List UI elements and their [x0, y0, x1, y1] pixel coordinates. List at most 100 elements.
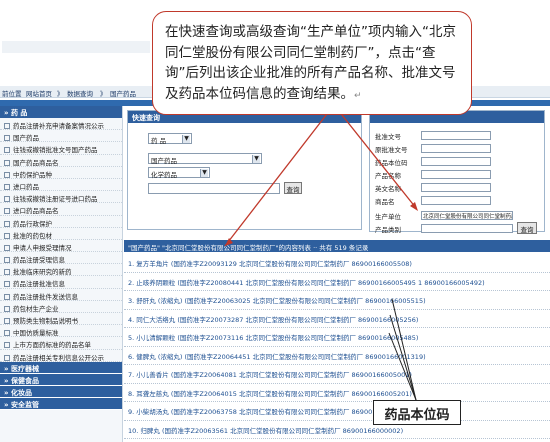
sidebar-item-label: 进口药品 [13, 182, 39, 191]
advanced-field-input[interactable] [421, 196, 491, 205]
expand-icon [4, 171, 10, 178]
sidebar-item[interactable]: 预防类生物制品说明书 [0, 313, 122, 326]
breadcrumb-sep: 》 [57, 90, 64, 98]
advanced-field-input[interactable] [421, 183, 491, 192]
expand-icon [4, 354, 10, 361]
sidebar-item-label: 上市方面药标准的药品名单 [13, 341, 91, 350]
result-row[interactable]: 4. 同仁大活络丸 (国药准字Z20073287 北京同仁堂股份有限公司同仁堂制… [124, 310, 550, 328]
sidebar-item[interactable]: 药品注册相关专利信息公开公示 [0, 350, 122, 362]
advanced-field-label: 生产单位 [375, 213, 401, 221]
result-list: 1. 复方羊角片 (国药准字Z20093129 北京同仁堂股份有限公司同仁堂制药… [124, 254, 550, 442]
sidebar-item[interactable]: 中药保护品种 [0, 167, 122, 179]
subtype-select[interactable]: 化学药品 ▼ [148, 167, 210, 179]
advanced-field-input[interactable] [421, 144, 491, 153]
expand-icon [4, 318, 10, 324]
sidebar-item-label: 药品注册批准信息 [13, 280, 65, 289]
result-row[interactable]: 5. 小儿清解颗粒 (国药准字Z20073116 北京同仁堂股份有限公司同仁堂制… [124, 328, 550, 347]
advanced-field-input[interactable] [421, 157, 491, 166]
sidebar-item[interactable]: 药品注册批准信息 [0, 276, 122, 289]
producer-search-input[interactable] [148, 183, 280, 194]
breadcrumb-current: 国产药品 [110, 90, 136, 98]
sidebar-category[interactable]: » 保健食品 [0, 373, 122, 386]
result-row[interactable]: 8. 耳聋左慈丸 (国药准字Z20064015 北京同仁堂股份有限公司同仁堂制药… [124, 384, 550, 402]
expand-icon [4, 147, 10, 154]
sidebar-item[interactable]: 药包材生产企业 [0, 301, 122, 313]
sidebar-item-label: 批准的药包材 [13, 231, 52, 240]
advanced-field-input[interactable] [421, 131, 491, 140]
sidebar-item-label: 药品注册补充申请备案情况公示 [13, 122, 104, 130]
result-row[interactable]: 10. 归脾丸 (国药准字Z20063561 北京同仁堂股份有限公司同仁堂制药厂… [124, 421, 550, 439]
expand-icon [4, 208, 10, 215]
sidebar-item-label: 中国仿质量标准 [13, 329, 59, 338]
type-select[interactable]: 国产药品 ▼ [148, 153, 262, 165]
sidebar-category[interactable]: » 医疗器械 [0, 361, 122, 374]
expand-icon [4, 342, 10, 349]
expand-icon [4, 220, 10, 227]
return-icon: ↵ [354, 90, 362, 101]
sidebar-item[interactable]: 药品注册受理信息 [0, 252, 122, 265]
result-row[interactable]: 1. 复方羊角片 (国药准字Z20093129 北京同仁堂股份有限公司同仁堂制药… [124, 254, 550, 273]
breadcrumb-home[interactable]: 网站首页 [26, 88, 52, 98]
result-row[interactable]: 3. 舒肝丸 (浓缩丸) (国药准字Z20063025 北京同仁堂股份有限公司同… [124, 291, 550, 310]
advanced-field-label: 产品类别 [375, 226, 401, 234]
breadcrumb-query[interactable]: 数据查询 [67, 88, 93, 98]
result-count-bar: "国产药品" "北京同仁堂股份有限公司同仁堂制药厂"的内容列表 ·· 共有 51… [124, 240, 550, 252]
code-label-box: 药品本位码 [373, 400, 461, 425]
result-row[interactable]: 7. 小儿善香片 (国药准字Z20064081 北京同仁堂股份有限公司同仁堂制药… [124, 365, 550, 384]
advanced-field-label: 英文名称 [375, 185, 401, 193]
sidebar-item[interactable]: 进口药品商品名 [0, 203, 122, 216]
sidebar-item[interactable]: 往钱或撤销批准文号国产药品 [0, 142, 122, 155]
sidebar-item[interactable]: 药品注册批件发送信息 [0, 289, 122, 301]
producer-field-value[interactable]: 北京同仁堂股份有限公司同仁堂制药厂 [421, 211, 513, 220]
result-row[interactable]: 2. 止咳养阴颗粒 (国药准字Z20080441 北京同仁堂股份有限公司同仁堂制… [124, 273, 550, 291]
advanced-field-label: 产品名称 [375, 172, 401, 180]
advanced-search-button[interactable]: 查询 [517, 222, 537, 234]
sidebar-item[interactable]: 药品行政保护 [0, 216, 122, 228]
category-select-value: 药 品 [151, 137, 167, 145]
advanced-field-label: 商品名 [375, 198, 395, 206]
sidebar-item[interactable]: 上市方面药标准的药品名单 [0, 337, 122, 350]
expand-icon [4, 135, 10, 142]
sidebar-category[interactable]: » 化妆品 [0, 385, 122, 398]
sidebar-item[interactable]: 往钱或撤销注册证号进口药品 [0, 191, 122, 204]
chevron-down-icon: ▼ [252, 155, 260, 163]
expand-icon [4, 159, 10, 166]
sidebar-item[interactable]: 国产药品 [0, 130, 122, 143]
advanced-field-input[interactable] [421, 224, 513, 233]
sidebar: » 药 品 药品注册补充申请备案情况公示 国产药品往钱或撤销批准文号国产药品 国产药… [0, 106, 123, 442]
sidebar-item-label: 预防类生物制品说明书 [13, 317, 78, 325]
breadcrumb-sep: 》 [100, 90, 107, 98]
category-select[interactable]: 药 品 ▼ [148, 133, 192, 145]
sidebar-item[interactable]: 申请人申报受理情况 [0, 240, 122, 253]
sidebar-item[interactable]: 批准临床研究的新药 [0, 264, 122, 277]
expand-icon [4, 123, 10, 129]
sidebar-item[interactable]: 中国仿质量标准 [0, 325, 122, 338]
sidebar-item[interactable]: 药品注册补充申请备案情况公示 [0, 118, 122, 131]
chevron-down-icon: ▼ [200, 169, 208, 177]
advanced-field-input[interactable] [421, 170, 491, 179]
result-row[interactable]: 6. 健脾丸 (浓缩丸) (国药准字Z20064451 北京同仁堂股份有限公司同… [124, 347, 550, 365]
sidebar-head: » 药 品 [0, 106, 122, 118]
sidebar-item[interactable]: 国产药品商品名 [0, 155, 122, 167]
sidebar-item[interactable]: 进口药品 [0, 179, 122, 192]
advanced-field-label: 药品本位码 [375, 159, 408, 167]
expand-icon [4, 232, 10, 239]
sidebar-item-label: 中药保护品种 [13, 170, 52, 179]
sidebar-item-label: 申请人申报受理情况 [13, 243, 72, 252]
sidebar-item-label: 药品注册批件发送信息 [13, 292, 78, 301]
sidebar-category[interactable]: » 安全监管 [0, 397, 122, 410]
instruction-callout: 在快速查询或高级查询“生产单位”项内输入“北京同仁堂股份有限公司同仁堂制药厂”，… [152, 11, 472, 115]
expand-icon [4, 244, 10, 251]
expand-icon [4, 281, 10, 288]
expand-icon [4, 196, 10, 203]
sidebar-item-label: 药包材生产企业 [13, 304, 59, 313]
sidebar-item[interactable]: 批准的药包材 [0, 228, 122, 240]
sidebar-item-label: 国产药品商品名 [13, 158, 59, 167]
sidebar-item-label: 往钱或撤销批准文号国产药品 [13, 146, 98, 155]
quick-search-button[interactable]: 查询 [284, 182, 302, 194]
advanced-field-label: 原批准文号 [375, 146, 408, 154]
advanced-field-label: 批准文号 [375, 133, 401, 141]
type-select-value: 国产药品 [151, 157, 177, 165]
result-row[interactable]: 9. 小柴胡汤丸 (国药准字Z20063758 北京同仁堂股份有限公司同仁堂制药… [124, 402, 550, 421]
subtype-select-value: 化学药品 [151, 171, 177, 179]
